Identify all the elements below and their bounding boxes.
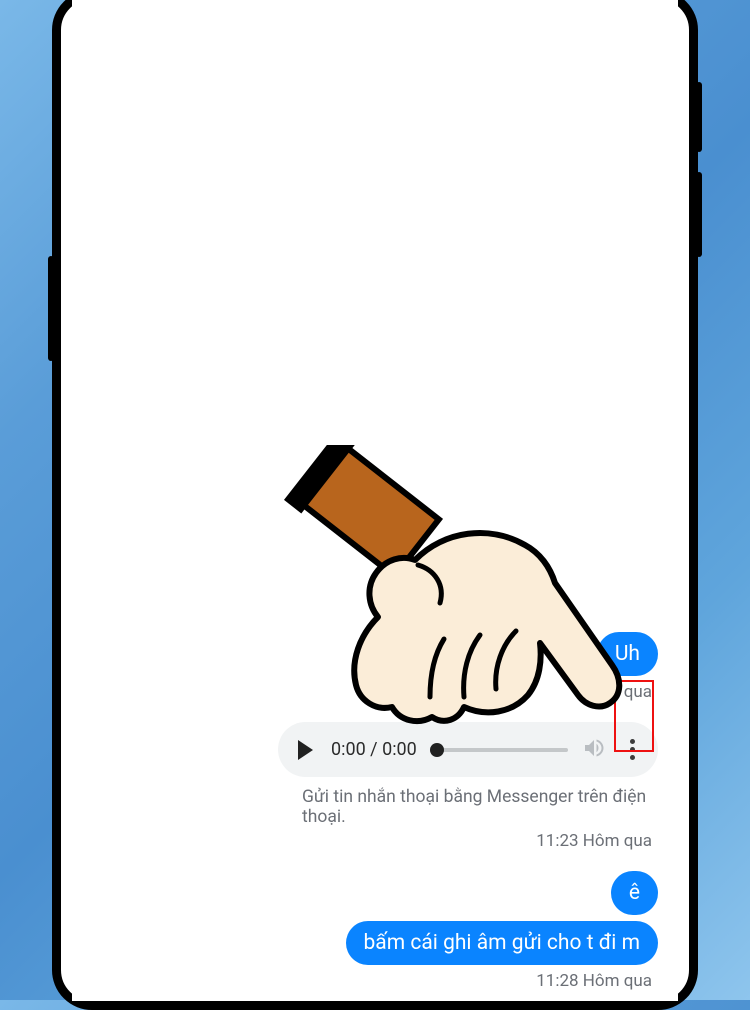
timestamp-2: 11:23 Hôm qua — [536, 831, 658, 851]
message-text: bấm cái ghi âm gửi cho t đi m — [364, 931, 641, 955]
more-options-button[interactable] — [620, 736, 644, 764]
message-bubble-e[interactable]: ê — [611, 871, 658, 915]
play-icon[interactable] — [298, 740, 313, 760]
volume-icon[interactable] — [582, 736, 606, 764]
slider-thumb[interactable] — [430, 743, 444, 757]
message-text: Uh — [615, 642, 640, 666]
chat-container: Uh Hôm qua 0:00 / 0:00 — [72, 632, 678, 1001]
audio-time-separator: / — [366, 739, 382, 760]
message-bubble-uh[interactable]: Uh — [597, 632, 658, 676]
audio-current-time: 0:00 — [331, 739, 366, 760]
audio-player: 0:00 / 0:00 — [278, 722, 658, 777]
audio-time-display: 0:00 / 0:00 — [331, 739, 417, 760]
message-text: ê — [629, 881, 640, 905]
audio-duration: 0:00 — [382, 739, 417, 760]
slider-track — [437, 748, 568, 752]
audio-seek-slider[interactable] — [437, 748, 568, 752]
phone-screen: Uh Hôm qua 0:00 / 0:00 — [72, 0, 678, 1001]
message-bubble-instruction[interactable]: bấm cái ghi âm gửi cho t đi m — [346, 921, 659, 965]
timestamp-1: Hôm qua — [583, 682, 658, 702]
phone-frame: Uh Hôm qua 0:00 / 0:00 — [52, 0, 698, 1010]
timestamp-3: 11:28 Hôm qua — [536, 971, 658, 991]
audio-caption: Gửi tin nhắn thoại bằng Messenger trên đ… — [92, 787, 658, 827]
